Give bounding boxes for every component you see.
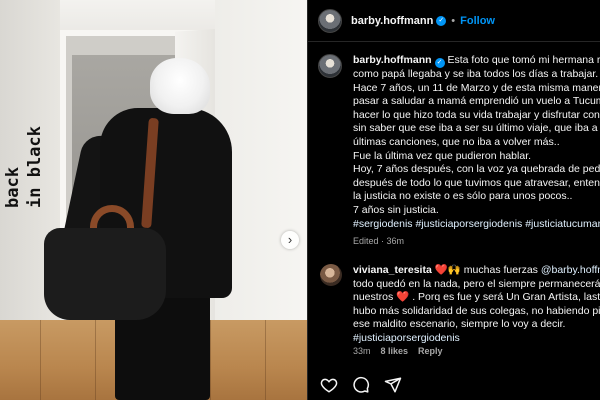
caption-line: Esta foto que tomó mi hermana repre xyxy=(447,54,600,66)
reply-button[interactable]: Reply xyxy=(418,346,443,356)
raised-hands-emoji-icon: 🙌 xyxy=(447,264,461,276)
caption-line: como papá llegaba y se iba todos los día… xyxy=(353,68,599,80)
person-white-hair xyxy=(150,58,210,114)
caption-hashtags: #sergiodenis #justiciaporsergiodenis #ju… xyxy=(353,218,600,230)
caption-line: la justicia no existe o es sólo para uno… xyxy=(353,190,573,203)
post-actions xyxy=(320,376,402,394)
header-separator: • xyxy=(451,14,456,27)
share-icon[interactable] xyxy=(384,376,402,394)
comment-meta: 33m 8 likes Reply xyxy=(353,346,443,356)
floor-plank-line xyxy=(265,320,266,400)
caption-line: 7 años sin justicia. xyxy=(353,203,439,216)
hashtag-link[interactable]: #justiciatucuman xyxy=(525,218,600,230)
caption-line: últimas canciones, que no iba a volver m… xyxy=(353,135,560,148)
post-photo: back in black › xyxy=(0,0,307,400)
hashtag-link[interactable]: #justiciaporsergiodenis xyxy=(415,218,522,230)
caption-meta: Edited · 36m xyxy=(353,236,405,246)
caption-text: barby.hoffmann ✓ Esta foto que tomó mi he… xyxy=(353,54,600,218)
comment-line: hubo más solidaridad de sus colegas, no … xyxy=(353,304,600,317)
photo-overlay-text: back in black xyxy=(3,126,45,208)
comment-line: ese maldito escenario, siempre lo voy a … xyxy=(353,318,566,331)
next-photo-button[interactable]: › xyxy=(281,231,299,249)
comment-icon[interactable] xyxy=(352,376,370,394)
verified-icon: ✓ xyxy=(436,15,447,26)
avatar[interactable] xyxy=(318,8,342,33)
caption-username[interactable]: barby.hoffmann xyxy=(353,54,432,66)
comment-time: 33m xyxy=(353,346,371,356)
heart-emoji-icon: ❤️ xyxy=(396,291,410,304)
caption-line: Hace 7 años, un 11 de Marzo y de esta mi… xyxy=(353,81,600,94)
post-header: barby.hoffmann ✓ • Follow xyxy=(308,0,600,42)
floor-plank-line xyxy=(95,320,96,400)
caption-line: Hoy, 7 años después, con la voz ya quebr… xyxy=(353,163,600,176)
comment-username[interactable]: viviana_teresita xyxy=(353,264,432,276)
hashtag-link[interactable]: #sergiodenis xyxy=(353,218,413,230)
duffel-bag xyxy=(44,228,166,320)
post-side-panel: barby.hoffmann ✓ • Follow barby.hoffmann… xyxy=(307,0,600,400)
follow-button[interactable]: Follow xyxy=(460,15,495,27)
comment-line: . Porq es fue y será Un Gran Artista, la… xyxy=(412,291,600,304)
heart-emoji-icon: ❤️ xyxy=(434,264,448,276)
comment-hashtag[interactable]: #justiciaporsergiodenis xyxy=(353,332,460,344)
heart-icon[interactable] xyxy=(320,376,338,394)
header-username[interactable]: barby.hoffmann xyxy=(351,15,433,27)
comment-line: nuestros xyxy=(353,291,397,304)
comment-avatar[interactable] xyxy=(320,264,342,286)
caption-line: hacer lo que hizo toda su vida trabajar … xyxy=(353,108,600,121)
caption-line: sin saber que ese iba a ser su último vi… xyxy=(353,122,600,135)
verified-icon: ✓ xyxy=(434,58,445,68)
comment-line: muchas fuerzas xyxy=(460,264,541,276)
floor-plank-line xyxy=(40,320,41,400)
comment-likes[interactable]: 8 likes xyxy=(381,346,409,356)
comment-mention[interactable]: @barby.hoffmann xyxy=(541,264,600,276)
comment-text: viviana_teresita ❤️🙌 muchas fuerzas @bar… xyxy=(353,264,600,346)
comment-line: todo quedó en la nada, pero el siempre p… xyxy=(353,277,600,290)
caption-line: Fue la última vez que pudieron hablar. xyxy=(353,149,532,162)
caption-avatar[interactable] xyxy=(318,54,342,78)
caption-line: después de todo lo que tuvimos que atrav… xyxy=(353,176,600,189)
caption-line: pasar a saludar a mamá emprendió un vuel… xyxy=(353,95,600,108)
floor-plank-line xyxy=(210,320,211,400)
